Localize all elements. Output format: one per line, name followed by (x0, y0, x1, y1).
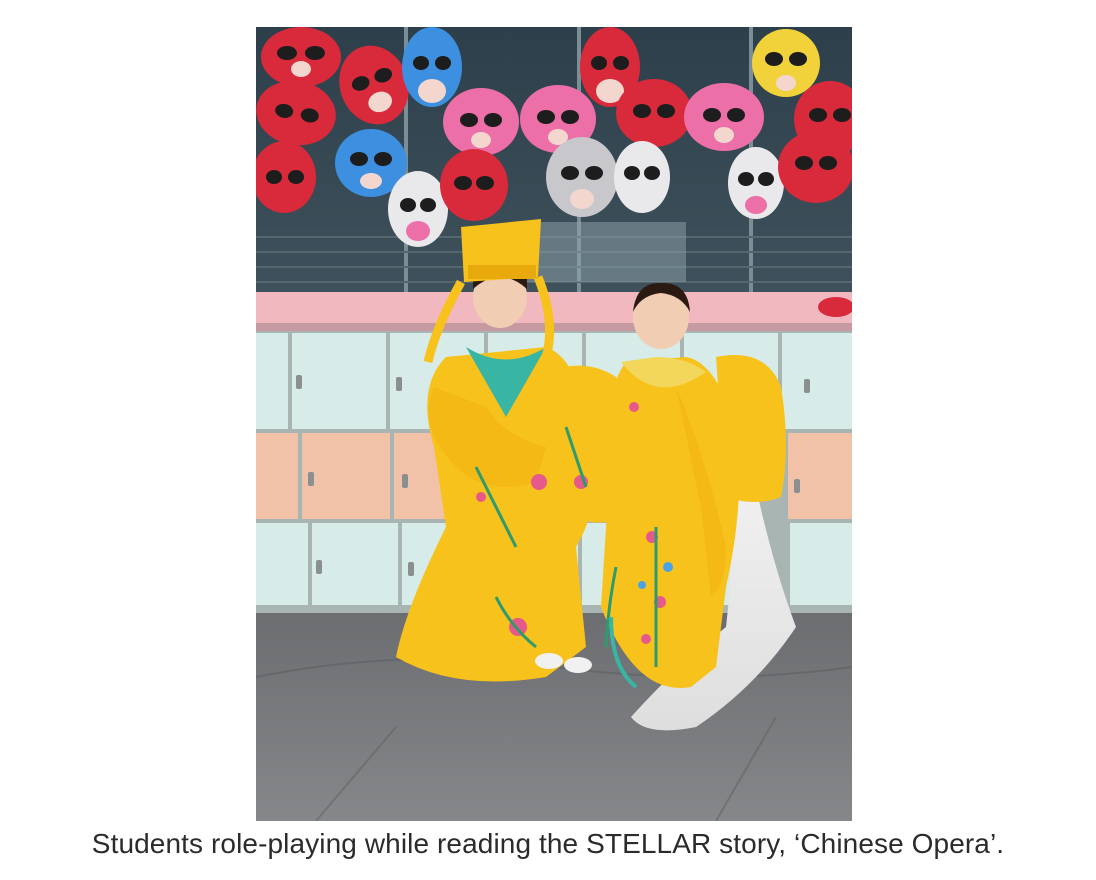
figure: Students role-playing while reading the … (0, 0, 1096, 880)
photo-illustration (256, 27, 852, 821)
photo-caption: Students role-playing while reading the … (91, 828, 1005, 859)
photo (256, 27, 852, 821)
